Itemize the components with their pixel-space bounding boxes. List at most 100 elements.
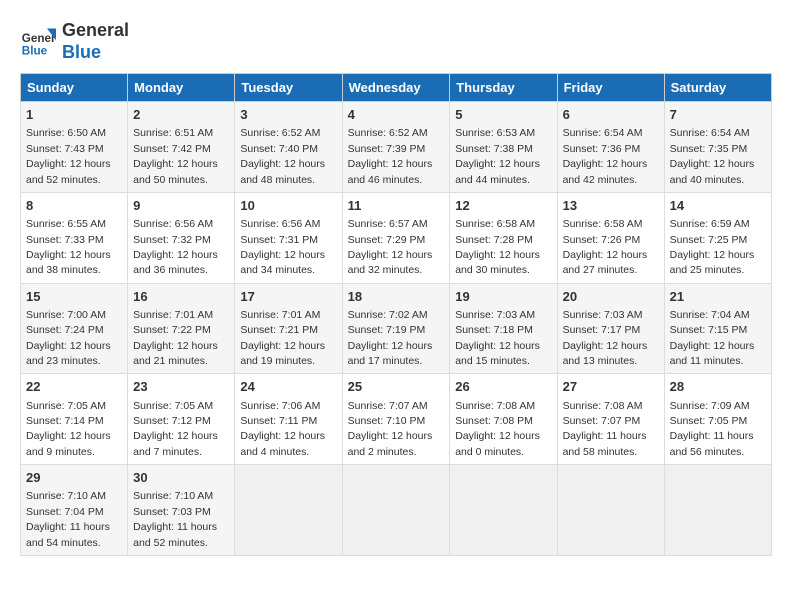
day-info: Sunrise: 6:58 AMSunset: 7:28 PMDaylight:… — [455, 218, 540, 276]
day-info: Sunrise: 6:52 AMSunset: 7:39 PMDaylight:… — [348, 127, 433, 185]
header: General Blue General Blue — [20, 20, 772, 63]
calendar-cell: 22Sunrise: 7:05 AMSunset: 7:14 PMDayligh… — [21, 374, 128, 465]
svg-text:General: General — [22, 32, 56, 45]
calendar-cell: 30 Sunrise: 7:10 AMSunset: 7:03 PMDayligh… — [128, 465, 235, 556]
day-number: 27 — [563, 378, 659, 396]
day-number: 14 — [670, 197, 766, 215]
logo-icon: General Blue — [20, 24, 56, 60]
calendar-cell: 24 Sunrise: 7:06 AMSunset: 7:11 PMDayligh… — [235, 374, 342, 465]
day-header-thursday: Thursday — [450, 74, 557, 102]
day-header-monday: Monday — [128, 74, 235, 102]
calendar-cell: 26Sunrise: 7:08 AMSunset: 7:08 PMDayligh… — [450, 374, 557, 465]
day-number: 12 — [455, 197, 551, 215]
calendar-cell: 19Sunrise: 7:03 AMSunset: 7:18 PMDayligh… — [450, 283, 557, 374]
day-info: Sunrise: 7:00 AMSunset: 7:24 PMDaylight:… — [26, 309, 111, 367]
calendar-cell: 18 Sunrise: 7:02 AMSunset: 7:19 PMDayligh… — [342, 283, 450, 374]
day-number: 19 — [455, 288, 551, 306]
calendar-cell: 20Sunrise: 7:03 AMSunset: 7:17 PMDayligh… — [557, 283, 664, 374]
day-info: Sunrise: 7:10 AMSunset: 7:04 PMDaylight:… — [26, 490, 110, 548]
calendar-cell: 23 Sunrise: 7:05 AMSunset: 7:12 PMDayligh… — [128, 374, 235, 465]
day-number: 25 — [348, 378, 445, 396]
day-number: 18 — [348, 288, 445, 306]
day-number: 6 — [563, 106, 659, 124]
day-number: 28 — [670, 378, 766, 396]
day-info: Sunrise: 7:06 AMSunset: 7:11 PMDaylight:… — [240, 400, 325, 458]
day-info: Sunrise: 6:52 AMSunset: 7:40 PMDaylight:… — [240, 127, 325, 185]
day-number: 20 — [563, 288, 659, 306]
day-info: Sunrise: 6:59 AMSunset: 7:25 PMDaylight:… — [670, 218, 755, 276]
day-number: 15 — [26, 288, 122, 306]
day-number: 23 — [133, 378, 229, 396]
calendar-cell: 17Sunrise: 7:01 AMSunset: 7:21 PMDayligh… — [235, 283, 342, 374]
week-row-2: 8 Sunrise: 6:55 AMSunset: 7:33 PMDaylight… — [21, 192, 772, 283]
day-header-saturday: Saturday — [664, 74, 771, 102]
calendar-cell: 5 Sunrise: 6:53 AMSunset: 7:38 PMDaylight… — [450, 102, 557, 193]
calendar-cell: 9 Sunrise: 6:56 AMSunset: 7:32 PMDaylight… — [128, 192, 235, 283]
day-number: 22 — [26, 378, 122, 396]
logo: General Blue General Blue — [20, 20, 129, 63]
calendar-cell: 4 Sunrise: 6:52 AMSunset: 7:39 PMDaylight… — [342, 102, 450, 193]
header-row: SundayMondayTuesdayWednesdayThursdayFrid… — [21, 74, 772, 102]
day-number: 4 — [348, 106, 445, 124]
calendar-cell: 14 Sunrise: 6:59 AMSunset: 7:25 PMDayligh… — [664, 192, 771, 283]
calendar-table: SundayMondayTuesdayWednesdayThursdayFrid… — [20, 73, 772, 556]
day-number: 21 — [670, 288, 766, 306]
calendar-cell: 3 Sunrise: 6:52 AMSunset: 7:40 PMDaylight… — [235, 102, 342, 193]
day-info: Sunrise: 7:07 AMSunset: 7:10 PMDaylight:… — [348, 400, 433, 458]
day-info: Sunrise: 6:56 AMSunset: 7:32 PMDaylight:… — [133, 218, 218, 276]
day-info: Sunrise: 7:08 AMSunset: 7:07 PMDaylight:… — [563, 400, 647, 458]
day-info: Sunrise: 7:10 AMSunset: 7:03 PMDaylight:… — [133, 490, 217, 548]
day-info: Sunrise: 7:02 AMSunset: 7:19 PMDaylight:… — [348, 309, 433, 367]
day-number: 29 — [26, 469, 122, 487]
calendar-cell — [664, 465, 771, 556]
day-info: Sunrise: 7:01 AMSunset: 7:22 PMDaylight:… — [133, 309, 218, 367]
day-number: 9 — [133, 197, 229, 215]
day-number: 16 — [133, 288, 229, 306]
day-number: 8 — [26, 197, 122, 215]
day-number: 5 — [455, 106, 551, 124]
calendar-cell: 7 Sunrise: 6:54 AMSunset: 7:35 PMDaylight… — [664, 102, 771, 193]
day-info: Sunrise: 6:54 AMSunset: 7:36 PMDaylight:… — [563, 127, 648, 185]
day-number: 7 — [670, 106, 766, 124]
day-number: 3 — [240, 106, 336, 124]
day-header-sunday: Sunday — [21, 74, 128, 102]
calendar-cell: 28Sunrise: 7:09 AMSunset: 7:05 PMDayligh… — [664, 374, 771, 465]
day-header-wednesday: Wednesday — [342, 74, 450, 102]
calendar-cell: 1Sunrise: 6:50 AMSunset: 7:43 PMDaylight… — [21, 102, 128, 193]
day-info: Sunrise: 7:05 AMSunset: 7:12 PMDaylight:… — [133, 400, 218, 458]
day-info: Sunrise: 6:55 AMSunset: 7:33 PMDaylight:… — [26, 218, 111, 276]
day-header-tuesday: Tuesday — [235, 74, 342, 102]
day-number: 26 — [455, 378, 551, 396]
calendar-cell: 13Sunrise: 6:58 AMSunset: 7:26 PMDayligh… — [557, 192, 664, 283]
calendar-cell: 8 Sunrise: 6:55 AMSunset: 7:33 PMDaylight… — [21, 192, 128, 283]
day-number: 11 — [348, 197, 445, 215]
day-info: Sunrise: 6:53 AMSunset: 7:38 PMDaylight:… — [455, 127, 540, 185]
day-header-friday: Friday — [557, 74, 664, 102]
calendar-cell: 15 Sunrise: 7:00 AMSunset: 7:24 PMDayligh… — [21, 283, 128, 374]
calendar-cell — [342, 465, 450, 556]
calendar-cell: 6 Sunrise: 6:54 AMSunset: 7:36 PMDaylight… — [557, 102, 664, 193]
day-info: Sunrise: 7:04 AMSunset: 7:15 PMDaylight:… — [670, 309, 755, 367]
calendar-cell — [235, 465, 342, 556]
logo-text: General Blue — [62, 20, 129, 63]
day-info: Sunrise: 6:57 AMSunset: 7:29 PMDaylight:… — [348, 218, 433, 276]
day-info: Sunrise: 6:51 AMSunset: 7:42 PMDaylight:… — [133, 127, 218, 185]
week-row-4: 22Sunrise: 7:05 AMSunset: 7:14 PMDayligh… — [21, 374, 772, 465]
day-number: 17 — [240, 288, 336, 306]
day-info: Sunrise: 6:56 AMSunset: 7:31 PMDaylight:… — [240, 218, 325, 276]
calendar-cell: 12 Sunrise: 6:58 AMSunset: 7:28 PMDayligh… — [450, 192, 557, 283]
calendar-cell: 16 Sunrise: 7:01 AMSunset: 7:22 PMDayligh… — [128, 283, 235, 374]
week-row-5: 29 Sunrise: 7:10 AMSunset: 7:04 PMDayligh… — [21, 465, 772, 556]
day-number: 30 — [133, 469, 229, 487]
week-row-1: 1Sunrise: 6:50 AMSunset: 7:43 PMDaylight… — [21, 102, 772, 193]
calendar-cell: 11 Sunrise: 6:57 AMSunset: 7:29 PMDayligh… — [342, 192, 450, 283]
day-info: Sunrise: 6:50 AMSunset: 7:43 PMDaylight:… — [26, 127, 111, 185]
day-info: Sunrise: 6:54 AMSunset: 7:35 PMDaylight:… — [670, 127, 755, 185]
calendar-cell: 21 Sunrise: 7:04 AMSunset: 7:15 PMDayligh… — [664, 283, 771, 374]
day-number: 10 — [240, 197, 336, 215]
day-number: 24 — [240, 378, 336, 396]
calendar-cell: 25 Sunrise: 7:07 AMSunset: 7:10 PMDayligh… — [342, 374, 450, 465]
calendar-cell: 27 Sunrise: 7:08 AMSunset: 7:07 PMDayligh… — [557, 374, 664, 465]
calendar-cell: 29 Sunrise: 7:10 AMSunset: 7:04 PMDayligh… — [21, 465, 128, 556]
day-number: 2 — [133, 106, 229, 124]
